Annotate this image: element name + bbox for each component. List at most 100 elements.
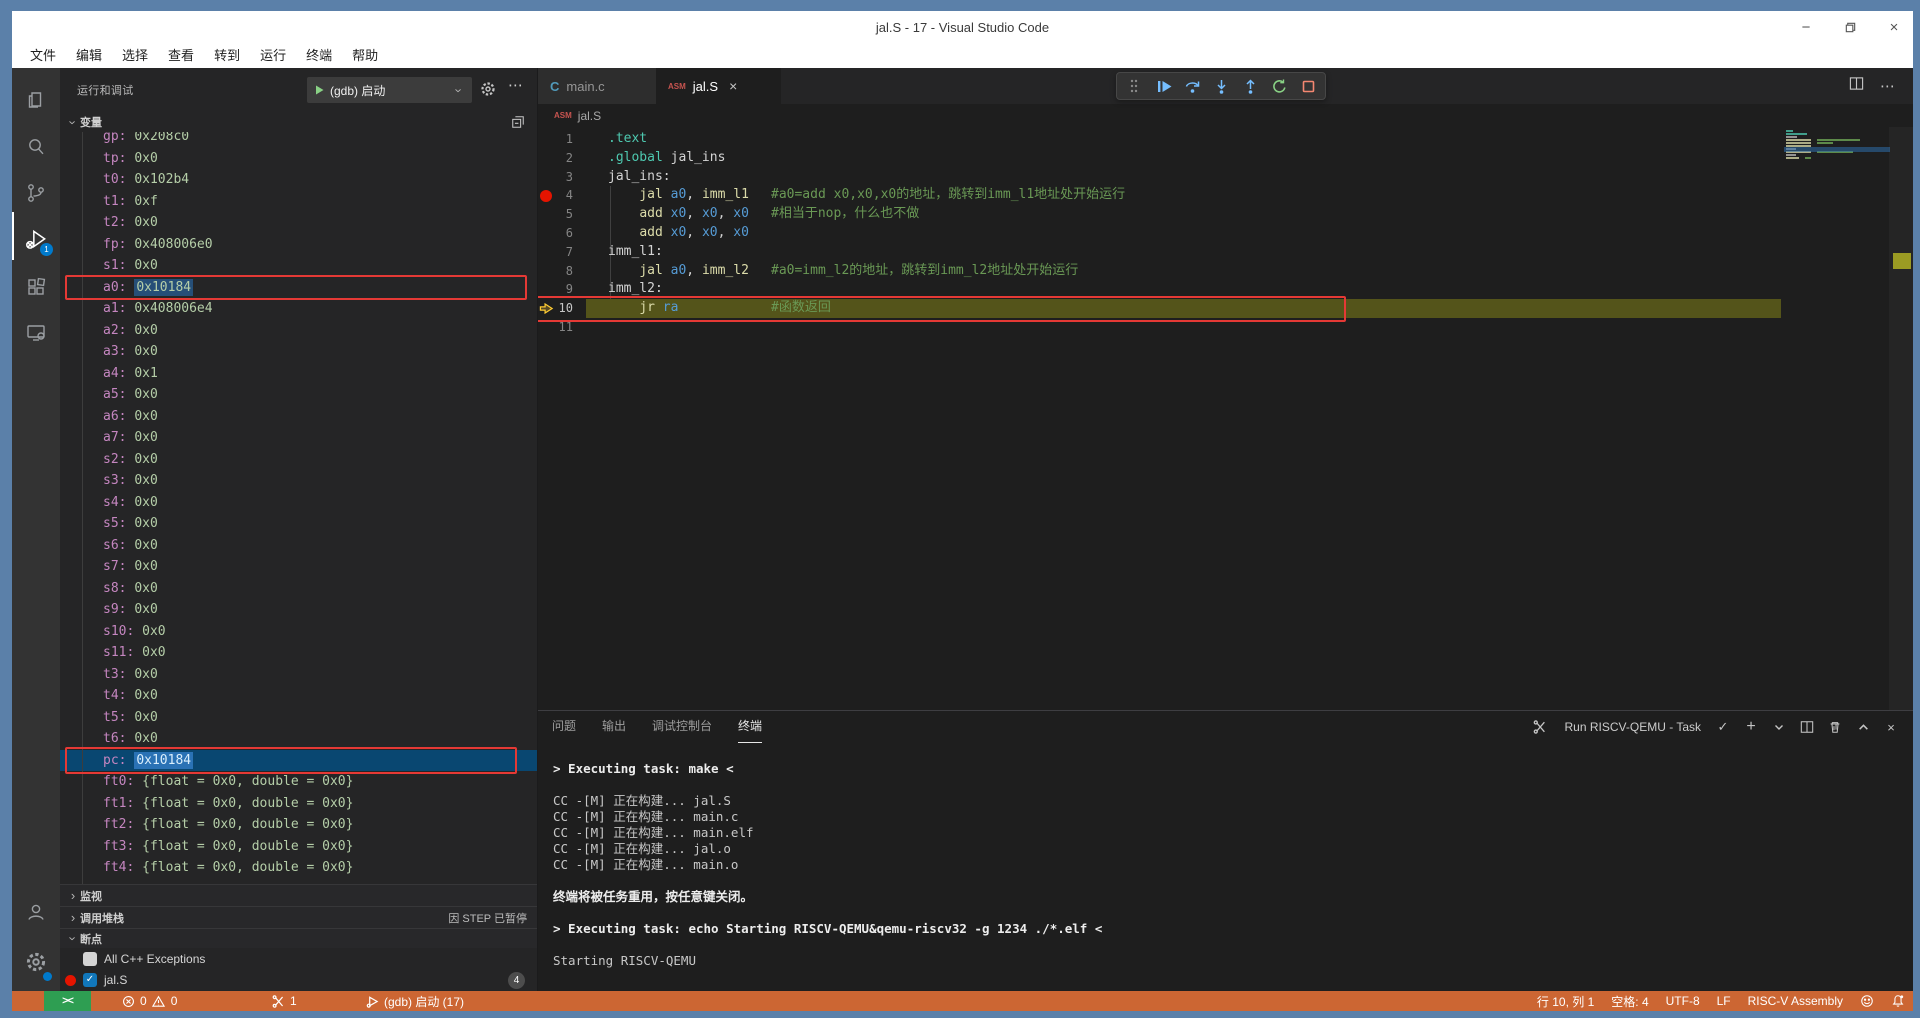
continue-button[interactable]	[1153, 76, 1173, 96]
variable-row-a1[interactable]: a1: 0x408006e4	[60, 298, 537, 320]
menu-item-文件[interactable]: 文件	[20, 44, 66, 68]
variable-row-s1[interactable]: s1: 0x0	[60, 255, 537, 277]
code-line-2[interactable]: 2.global jal_ins	[538, 149, 1913, 168]
callstack-section-header[interactable]: › 调用堆栈 因 STEP 已暂停	[60, 906, 537, 928]
variable-row-t3[interactable]: t3: 0x0	[60, 664, 537, 686]
maximize-panel-chevron-icon[interactable]	[1855, 719, 1871, 735]
variable-row-s11[interactable]: s11: 0x0	[60, 642, 537, 664]
variable-row-fp[interactable]: fp: 0x408006e0	[60, 234, 537, 256]
variable-row-a0[interactable]: a0: 0x10184	[60, 277, 537, 299]
variable-row-t0[interactable]: t0: 0x102b4	[60, 169, 537, 191]
menu-item-选择[interactable]: 选择	[112, 44, 158, 68]
variables-section-header[interactable]: › 变量	[60, 112, 537, 132]
variable-row-t1[interactable]: t1: 0xf	[60, 191, 537, 213]
variable-row-gp[interactable]: gp: 0x208c0	[60, 132, 537, 148]
variable-row-t5[interactable]: t5: 0x0	[60, 707, 537, 729]
variable-row-pc[interactable]: pc: 0x10184	[60, 750, 537, 772]
panel-tab-输出[interactable]: 输出	[602, 711, 626, 743]
breakpoint-checkbox[interactable]: ✓	[83, 973, 97, 987]
menu-item-转到[interactable]: 转到	[204, 44, 250, 68]
terminal-instance-label[interactable]: Run RISCV-QEMU - Task	[1565, 720, 1701, 734]
more-actions-icon[interactable]: ⋯	[508, 76, 523, 94]
breakpoints-section-header[interactable]: › 断点	[60, 928, 537, 948]
variable-row-ft4[interactable]: ft4: {float = 0x0, double = 0x0}	[60, 857, 537, 879]
code-line-6[interactable]: 6 add x0, x0, x0	[538, 224, 1913, 243]
variable-row-s7[interactable]: s7: 0x0	[60, 556, 537, 578]
menu-item-运行[interactable]: 运行	[250, 44, 296, 68]
restore-icon[interactable]	[1841, 19, 1859, 37]
menu-item-终端[interactable]: 终端	[296, 44, 342, 68]
terminal-dropdown-chevron-icon[interactable]	[1771, 719, 1787, 735]
menu-item-编辑[interactable]: 编辑	[66, 44, 112, 68]
kill-terminal-trash-icon[interactable]	[1827, 719, 1843, 735]
stop-button[interactable]	[1298, 76, 1318, 96]
variable-row-a2[interactable]: a2: 0x0	[60, 320, 537, 342]
variable-row-s3[interactable]: s3: 0x0	[60, 470, 537, 492]
run-and-debug-icon[interactable]: 1	[12, 218, 60, 262]
extensions-icon[interactable]	[12, 265, 60, 309]
variable-row-s10[interactable]: s10: 0x0	[60, 621, 537, 643]
language-mode[interactable]: RISC-V Assembly	[1748, 994, 1843, 1008]
account-icon[interactable]	[12, 890, 60, 934]
close-tab-icon[interactable]: ×	[729, 78, 737, 94]
variable-row-ft1[interactable]: ft1: {float = 0x0, double = 0x0}	[60, 793, 537, 815]
watch-section-header[interactable]: › 监视	[60, 884, 537, 906]
variable-row-t6[interactable]: t6: 0x0	[60, 728, 537, 750]
tab-jal-s[interactable]: ASM jal.S ×	[656, 68, 781, 104]
code-line-11[interactable]: 11	[538, 318, 1913, 337]
code-editor[interactable]: 1.text2.global jal_ins3jal_ins:4 jal a0,…	[538, 127, 1913, 710]
variable-row-s5[interactable]: s5: 0x0	[60, 513, 537, 535]
variable-row-s4[interactable]: s4: 0x0	[60, 492, 537, 514]
split-terminal-icon[interactable]	[1799, 719, 1815, 735]
notifications-bell-icon[interactable]	[1891, 994, 1905, 1008]
panel-tab-问题[interactable]: 问题	[552, 711, 576, 743]
variable-row-a5[interactable]: a5: 0x0	[60, 384, 537, 406]
settings-gear-icon[interactable]	[12, 940, 60, 984]
collapse-all-icon[interactable]	[511, 115, 525, 132]
cursor-position[interactable]: 行 10, 列 1	[1537, 993, 1594, 1010]
scrollbar[interactable]	[1889, 127, 1913, 710]
source-control-icon[interactable]	[12, 171, 60, 215]
variable-row-t4[interactable]: t4: 0x0	[60, 685, 537, 707]
toolbar-grip-icon[interactable]	[1124, 76, 1144, 96]
tasks-status[interactable]: 1	[271, 991, 297, 1011]
step-into-button[interactable]	[1211, 76, 1231, 96]
step-over-button[interactable]	[1182, 76, 1202, 96]
remote-indicator[interactable]: ><	[44, 991, 91, 1011]
close-panel-icon[interactable]: ×	[1883, 719, 1899, 735]
variable-row-s6[interactable]: s6: 0x0	[60, 535, 537, 557]
code-line-5[interactable]: 5 add x0, x0, x0#相当于nop，什么也不做	[538, 205, 1913, 224]
variable-row-tp[interactable]: tp: 0x0	[60, 148, 537, 170]
launch-config-dropdown[interactable]: (gdb) 启动 ›	[307, 77, 472, 103]
debug-settings-gear-icon[interactable]	[480, 81, 496, 100]
explorer-icon[interactable]	[12, 78, 60, 122]
breakpoint-item-jal.S[interactable]: ✓jal.S4	[60, 970, 537, 992]
panel-tab-调试控制台[interactable]: 调试控制台	[652, 711, 712, 743]
code-line-8[interactable]: 8 jal a0, imm_l2#a0=imm_l2的地址，跳转到imm_l2地…	[538, 262, 1913, 281]
search-icon[interactable]	[12, 125, 60, 169]
breakpoint-item-All C++ Exceptions[interactable]: All C++ Exceptions	[60, 948, 537, 970]
variable-row-s9[interactable]: s9: 0x0	[60, 599, 537, 621]
menu-item-查看[interactable]: 查看	[158, 44, 204, 68]
new-terminal-icon[interactable]: +	[1743, 719, 1759, 735]
variable-row-s8[interactable]: s8: 0x0	[60, 578, 537, 600]
variable-row-ft0[interactable]: ft0: {float = 0x0, double = 0x0}	[60, 771, 537, 793]
split-editor-icon[interactable]	[1849, 76, 1864, 96]
variable-row-a4[interactable]: a4: 0x1	[60, 363, 537, 385]
debug-session-status[interactable]: (gdb) 启动 (17)	[365, 991, 464, 1011]
encoding[interactable]: UTF-8	[1666, 994, 1700, 1008]
tab-main-c[interactable]: C main.c	[538, 68, 656, 104]
variable-row-a7[interactable]: a7: 0x0	[60, 427, 537, 449]
breadcrumb[interactable]: ASM jal.S	[538, 104, 1913, 127]
eol-sequence[interactable]: LF	[1717, 994, 1731, 1008]
variable-row-t2[interactable]: t2: 0x0	[60, 212, 537, 234]
code-line-3[interactable]: 3jal_ins:	[538, 168, 1913, 187]
code-line-7[interactable]: 7imm_l1:	[538, 243, 1913, 262]
variable-row-ft3[interactable]: ft3: {float = 0x0, double = 0x0}	[60, 836, 537, 858]
variable-row-ft2[interactable]: ft2: {float = 0x0, double = 0x0}	[60, 814, 537, 836]
more-actions-icon[interactable]: ⋯	[1880, 77, 1895, 95]
variable-row-a6[interactable]: a6: 0x0	[60, 406, 537, 428]
code-line-1[interactable]: 1.text	[538, 130, 1913, 149]
close-icon[interactable]: ×	[1885, 19, 1903, 37]
variable-row-a3[interactable]: a3: 0x0	[60, 341, 537, 363]
